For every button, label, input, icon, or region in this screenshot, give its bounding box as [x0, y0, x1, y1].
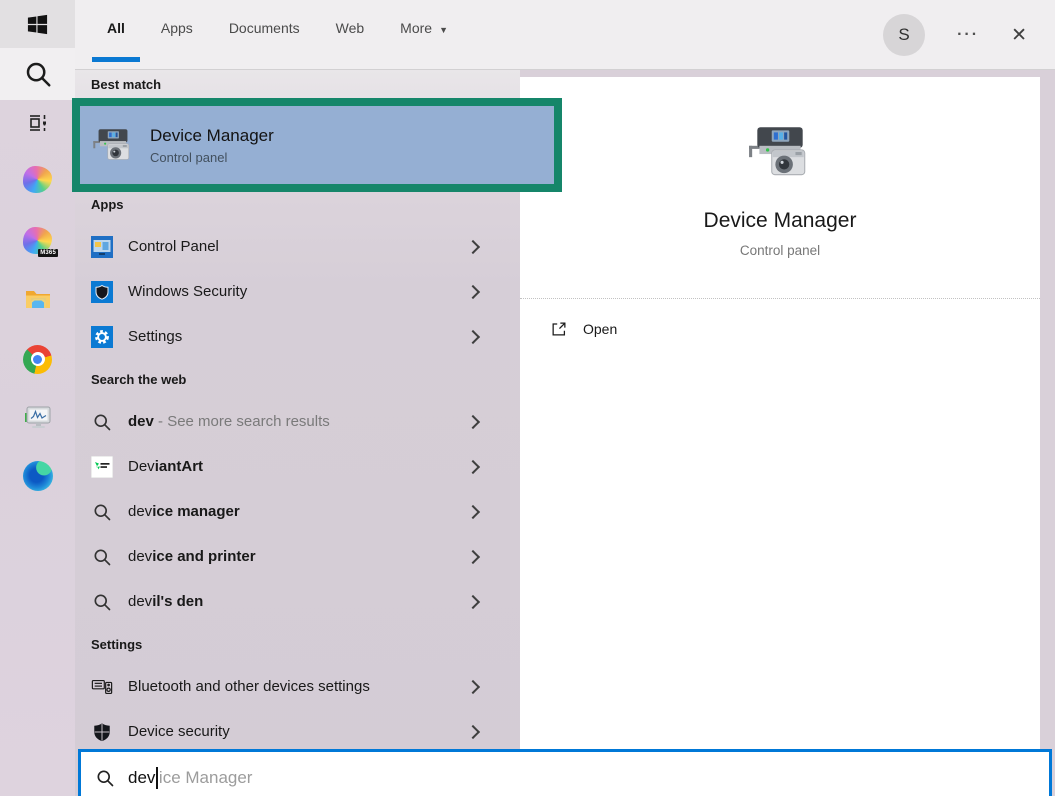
copilot-button[interactable]	[0, 150, 75, 208]
search-header: All Apps Documents Web More▼ S ··· ✕	[75, 0, 1055, 70]
typed-query: dev	[128, 768, 155, 788]
bluetooth-devices-icon	[91, 676, 113, 698]
open-action[interactable]: Open	[520, 309, 1040, 349]
result-web-dev-see-more[interactable]: dev - See more search results	[75, 399, 520, 444]
result-device-security[interactable]: Device security	[75, 709, 520, 754]
preview-subtitle: Control panel	[740, 243, 820, 258]
result-label: Device security	[128, 723, 230, 740]
chevron-right-icon[interactable]	[466, 414, 480, 428]
result-label: Control Panel	[128, 238, 219, 255]
result-label: dev - See more search results	[128, 413, 330, 430]
tab-apps[interactable]: Apps	[161, 20, 193, 36]
settings-gear-icon	[91, 326, 113, 348]
windows-logo-icon	[26, 13, 49, 36]
result-web-device-manager[interactable]: device manager	[75, 489, 520, 534]
best-match-title: Device Manager	[150, 126, 274, 146]
taskbar-search-button[interactable]	[0, 48, 75, 100]
preview-divider	[520, 298, 1040, 299]
preview-title: Device Manager	[704, 209, 857, 233]
windows-security-icon	[91, 281, 113, 303]
chevron-right-icon[interactable]	[466, 594, 480, 608]
control-panel-icon	[91, 236, 113, 258]
deviantart-icon	[91, 456, 113, 478]
best-match-result-device-manager[interactable]: Device Manager Control panel	[80, 106, 554, 184]
filter-tabs: All Apps Documents Web More▼	[107, 20, 448, 36]
section-label-best-match: Best match	[91, 77, 520, 92]
chevron-right-icon[interactable]	[466, 724, 480, 738]
result-deviantart[interactable]: DeviantArt	[75, 444, 520, 489]
search-icon	[91, 546, 113, 568]
copilot-icon	[23, 166, 52, 193]
taskbar: M365	[0, 0, 75, 796]
result-label: Bluetooth and other devices settings	[128, 678, 370, 695]
result-label: device manager	[128, 503, 240, 520]
windows-search-flyout: M365	[0, 0, 1055, 796]
best-match-subtitle: Control panel	[150, 150, 274, 165]
tab-all[interactable]: All	[107, 20, 125, 36]
search-icon	[91, 501, 113, 523]
result-label: device and printer	[128, 548, 256, 565]
close-button[interactable]: ✕	[1011, 24, 1027, 47]
chevron-right-icon[interactable]	[466, 679, 480, 693]
tab-web[interactable]: Web	[336, 20, 365, 36]
section-label-search-the-web: Search the web	[91, 372, 520, 387]
account-initial: S	[898, 25, 909, 45]
preview-panel: Device Manager Control panel Open	[520, 77, 1040, 749]
start-button[interactable]	[0, 0, 75, 48]
task-view-icon	[24, 109, 52, 137]
header-controls: S ··· ✕	[883, 0, 1027, 70]
result-bluetooth-devices-settings[interactable]: Bluetooth and other devices settings	[75, 664, 520, 709]
annotation-highlight-box: Device Manager Control panel	[72, 98, 562, 192]
result-web-device-and-printer[interactable]: device and printer	[75, 534, 520, 579]
search-icon	[91, 591, 113, 613]
more-options-button[interactable]: ···	[957, 26, 979, 44]
file-explorer-icon	[23, 284, 53, 314]
m365-copilot-icon: M365	[23, 227, 52, 254]
result-label: DeviantArt	[128, 458, 203, 475]
result-web-devils-den[interactable]: devil's den	[75, 579, 520, 624]
account-button[interactable]: S	[883, 14, 925, 56]
chevron-right-icon[interactable]	[466, 329, 480, 343]
result-label: Windows Security	[128, 283, 247, 300]
result-windows-security[interactable]: Windows Security	[75, 269, 520, 314]
m365-badge: M365	[38, 249, 58, 257]
file-explorer-button[interactable]	[0, 272, 75, 326]
search-input[interactable]: dev ice Manager	[78, 749, 1052, 796]
chevron-right-icon[interactable]	[466, 459, 480, 473]
section-label-apps: Apps	[91, 197, 520, 212]
tab-documents[interactable]: Documents	[229, 20, 300, 36]
chevron-right-icon[interactable]	[466, 239, 480, 253]
chevron-right-icon[interactable]	[466, 504, 480, 518]
performance-monitor-button[interactable]	[0, 390, 75, 444]
tab-more[interactable]: More▼	[400, 20, 448, 36]
result-control-panel[interactable]: Control Panel	[75, 224, 520, 269]
edge-button[interactable]	[0, 448, 75, 504]
text-cursor	[156, 767, 158, 789]
section-label-settings: Settings	[91, 637, 520, 652]
chrome-icon	[23, 345, 52, 374]
result-label: Settings	[128, 328, 182, 345]
result-settings[interactable]: Settings	[75, 314, 520, 359]
open-label: Open	[583, 321, 617, 337]
edge-icon	[23, 461, 53, 491]
result-label: devil's den	[128, 593, 203, 610]
m365-copilot-button[interactable]: M365	[0, 210, 75, 270]
chevron-right-icon[interactable]	[466, 284, 480, 298]
search-icon	[95, 768, 115, 788]
device-manager-icon	[92, 124, 134, 166]
search-icon	[23, 59, 53, 89]
performance-monitor-icon	[23, 402, 53, 432]
search-icon	[91, 411, 113, 433]
chevron-right-icon[interactable]	[466, 549, 480, 563]
open-icon	[550, 320, 568, 338]
inline-suggestion: ice Manager	[159, 768, 253, 788]
device-security-shield-icon	[91, 721, 113, 743]
dropdown-caret-icon: ▼	[439, 25, 448, 35]
task-view-button[interactable]	[0, 100, 75, 146]
device-manager-icon	[747, 119, 813, 185]
chrome-button[interactable]	[0, 332, 75, 386]
